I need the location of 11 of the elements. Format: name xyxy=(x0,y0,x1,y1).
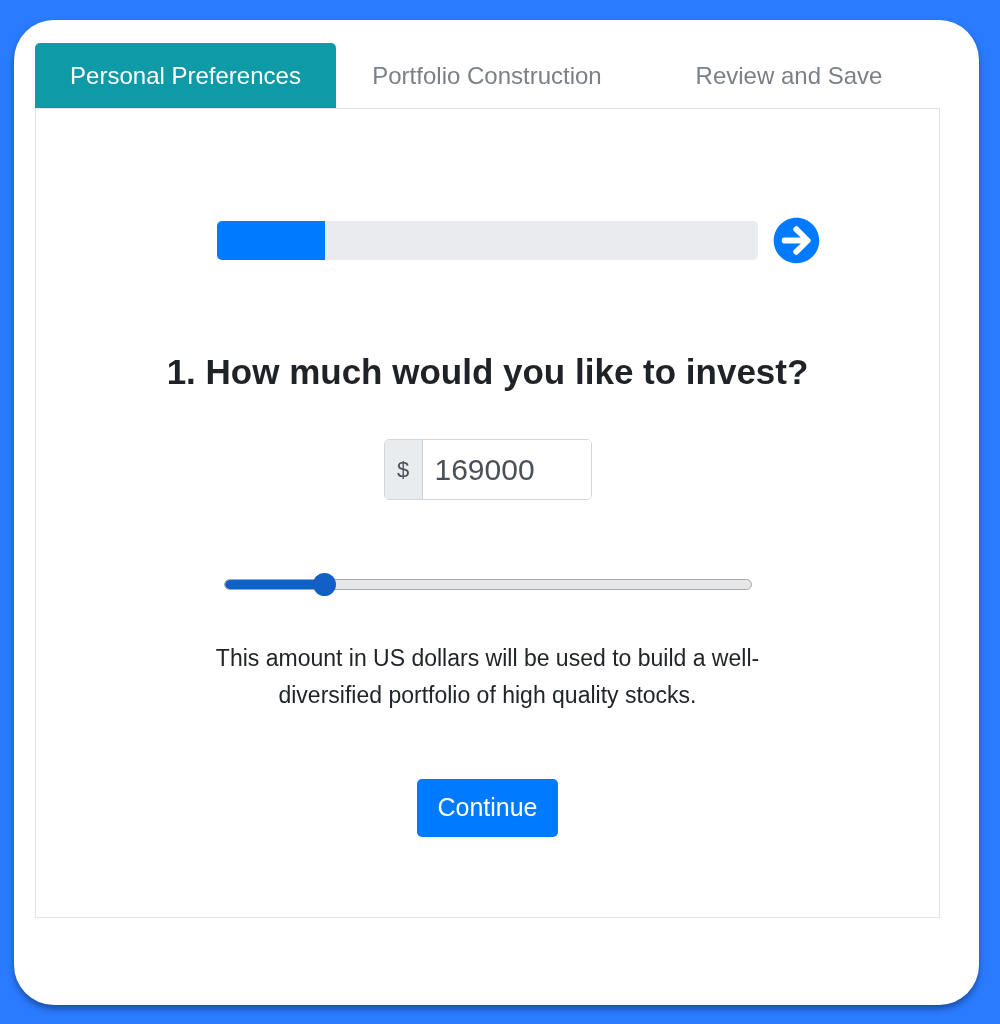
question-title: 1. How much would you like to invest? xyxy=(166,351,809,393)
description-text: This amount in US dollars will be used to build a well-diversified portfolio of high quality stocks. xyxy=(214,644,761,710)
slider-thumb[interactable] xyxy=(312,573,336,596)
amount-slider[interactable] xyxy=(223,573,752,596)
tab[interactable]: Personal Preferences xyxy=(35,43,336,108)
arrow-right-icon[interactable] xyxy=(773,217,820,264)
continue-button[interactable]: Continue xyxy=(417,779,558,837)
tab[interactable]: Portfolio Construction xyxy=(336,43,638,108)
amount-field[interactable]: $ 169000 xyxy=(383,439,592,500)
tab[interactable]: Review and Save xyxy=(638,43,940,108)
currency-prefix: $ xyxy=(384,440,423,499)
